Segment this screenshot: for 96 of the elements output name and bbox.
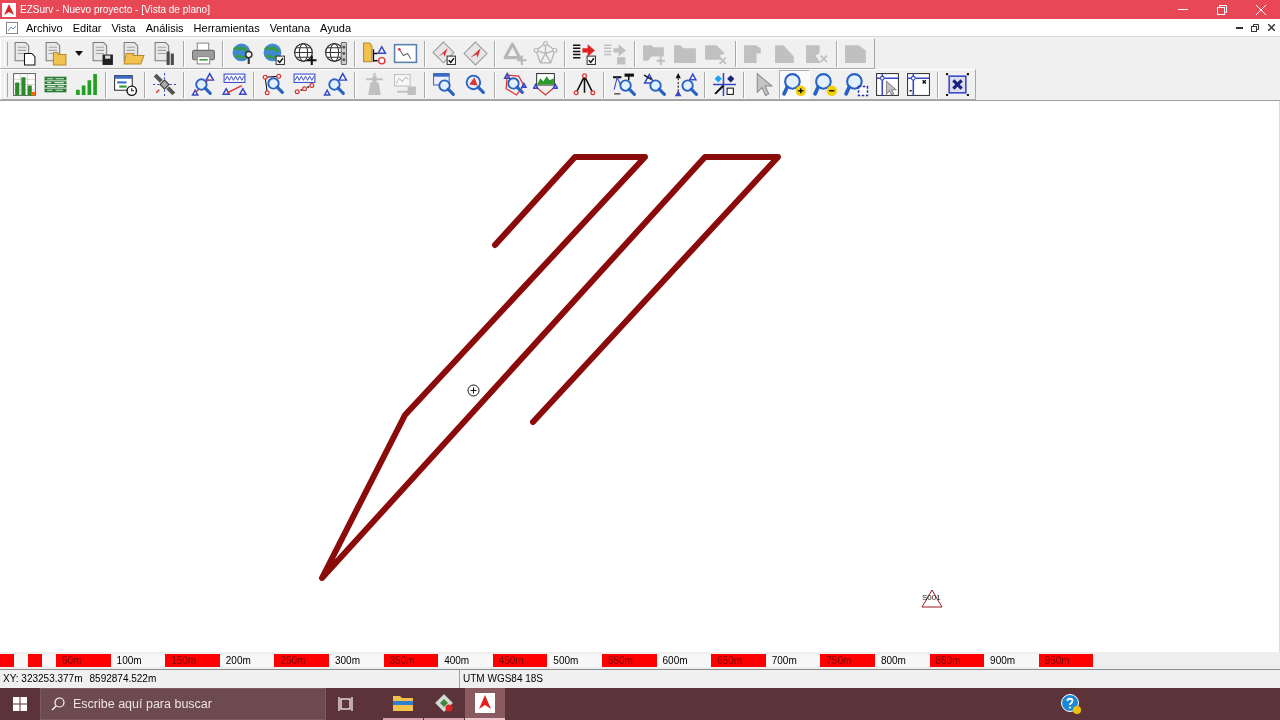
list-arrow-icon <box>603 41 628 66</box>
zoom-cursor-icon <box>467 384 480 397</box>
magnifier-triangles-icon <box>323 72 348 97</box>
taskbar-app-button[interactable] <box>465 688 505 720</box>
schedule-clock-icon <box>113 72 138 97</box>
map-tile-icon <box>434 693 454 713</box>
wave-points-icon <box>292 72 317 97</box>
tower-chart-icon <box>393 72 418 97</box>
app-logo-icon <box>2 2 16 17</box>
scale-segment: 250m <box>274 654 329 667</box>
printer-icon <box>191 41 216 66</box>
task-view-icon <box>338 697 354 711</box>
survey-point-icon <box>921 589 943 608</box>
scale-segment: 50m <box>56 654 111 667</box>
open-folder-document-icon <box>121 41 146 66</box>
scale-segment: 950m <box>1038 654 1094 667</box>
scale-segment: 350m <box>383 654 439 667</box>
window-title: EZSurv - Nuevo proyecto - [Vista de plano] <box>20 3 210 17</box>
scale-segment: 150m <box>165 654 220 667</box>
network-chart-button[interactable] <box>530 70 561 99</box>
globe-pin-icon <box>230 41 255 66</box>
triangle-plus-icon <box>502 41 527 66</box>
magnifier-window-icon <box>432 72 457 97</box>
network-icon <box>533 41 558 66</box>
wave-triangle-icon <box>222 72 247 97</box>
grid-globe-dots-icon <box>323 41 348 66</box>
menu-item[interactable]: Editar <box>67 19 107 36</box>
scale-segment: 550m <box>601 654 657 667</box>
zoom-out-icon <box>813 72 838 97</box>
scale-segment: 750m <box>820 654 875 667</box>
scale-segment: 650m <box>711 654 766 667</box>
north-magnifier-icon <box>673 72 698 97</box>
child-restore-icon <box>1251 23 1259 32</box>
scale-segment: 200m <box>219 654 275 667</box>
arrow-logo-icon <box>475 693 495 713</box>
search-field[interactable]: Escribe aquí para buscar <box>40 688 326 720</box>
menu-item[interactable]: Vista <box>106 19 141 36</box>
scale-segment: 850m <box>929 654 985 667</box>
chart-sheet-icon <box>12 72 37 97</box>
folder-tree-icon <box>362 41 387 66</box>
dropdown-caret-icon <box>75 51 83 56</box>
child-close-icon <box>1267 24 1275 31</box>
zoom-in-icon <box>782 72 807 97</box>
tripod-magnifier-icon <box>611 72 636 97</box>
grid-globe-plus-icon <box>292 41 317 66</box>
menu-item[interactable]: Ventana <box>264 19 315 36</box>
coordinate-text: XY: 323253.377m <box>3 672 83 686</box>
menu-item[interactable]: Archivo <box>21 19 68 36</box>
child-minimize-icon <box>1235 26 1243 29</box>
help-icon[interactable] <box>1061 694 1081 714</box>
arrow-tile-icon <box>463 41 488 66</box>
network-chart-icon <box>533 72 558 97</box>
scale-segment: 800m <box>874 654 930 667</box>
menu-item[interactable]: Análisis <box>140 19 189 36</box>
map-frame-icon <box>393 41 418 66</box>
scale-segment: 700m <box>765 654 821 667</box>
zoom-window-icon <box>844 72 869 97</box>
open-document-icon <box>43 41 68 66</box>
start-icon <box>13 697 27 711</box>
menu-item[interactable]: Ayuda <box>315 19 356 36</box>
zoom-extents-icon <box>945 72 970 97</box>
scale-segment: 600m <box>656 654 712 667</box>
save-document-icon <box>90 41 115 66</box>
satellite-icon <box>152 72 177 97</box>
point-label: S001 <box>922 593 941 602</box>
scale-segment: 500m <box>547 654 602 667</box>
scale-segment: 900m <box>984 654 1039 667</box>
search-icon <box>51 697 65 711</box>
magnifier-points-icon <box>261 72 286 97</box>
zoom-in-button[interactable] <box>779 70 810 99</box>
minimize-icon <box>1177 9 1188 10</box>
list-arrow-verify-icon <box>572 41 597 66</box>
scale-segment: 300m <box>328 654 384 667</box>
magnifier-target-icon <box>463 72 488 97</box>
projection-text: UTM WGS84 18S <box>463 673 544 684</box>
bar-chart-icon <box>74 72 99 97</box>
crosshair-grid-icon <box>906 72 931 97</box>
coordinate-text: 8592874.522m <box>89 672 157 686</box>
crosshair-pointer-icon <box>875 72 900 97</box>
triangle-magnifier-icon <box>642 72 667 97</box>
close-icon <box>1255 4 1266 15</box>
magnifier-triangle-icon <box>191 72 216 97</box>
crosshair-points-icon <box>712 72 737 97</box>
globe-verify-icon <box>261 41 286 66</box>
tripod-points-icon <box>572 72 597 97</box>
new-document-icon <box>12 41 37 66</box>
folder-icon <box>393 695 413 711</box>
scale-segment: 100m <box>110 654 166 667</box>
arrow-tile-verify-icon <box>432 41 457 66</box>
magnifier-network-icon <box>502 72 527 97</box>
scale-segment: 450m <box>492 654 548 667</box>
scale-segment: 400m <box>438 654 493 667</box>
menu-item[interactable]: Herramientas <box>188 19 265 36</box>
restore-icon <box>1216 4 1227 15</box>
arrow-tile-button[interactable] <box>460 39 491 68</box>
archive-document-icon <box>152 41 177 66</box>
